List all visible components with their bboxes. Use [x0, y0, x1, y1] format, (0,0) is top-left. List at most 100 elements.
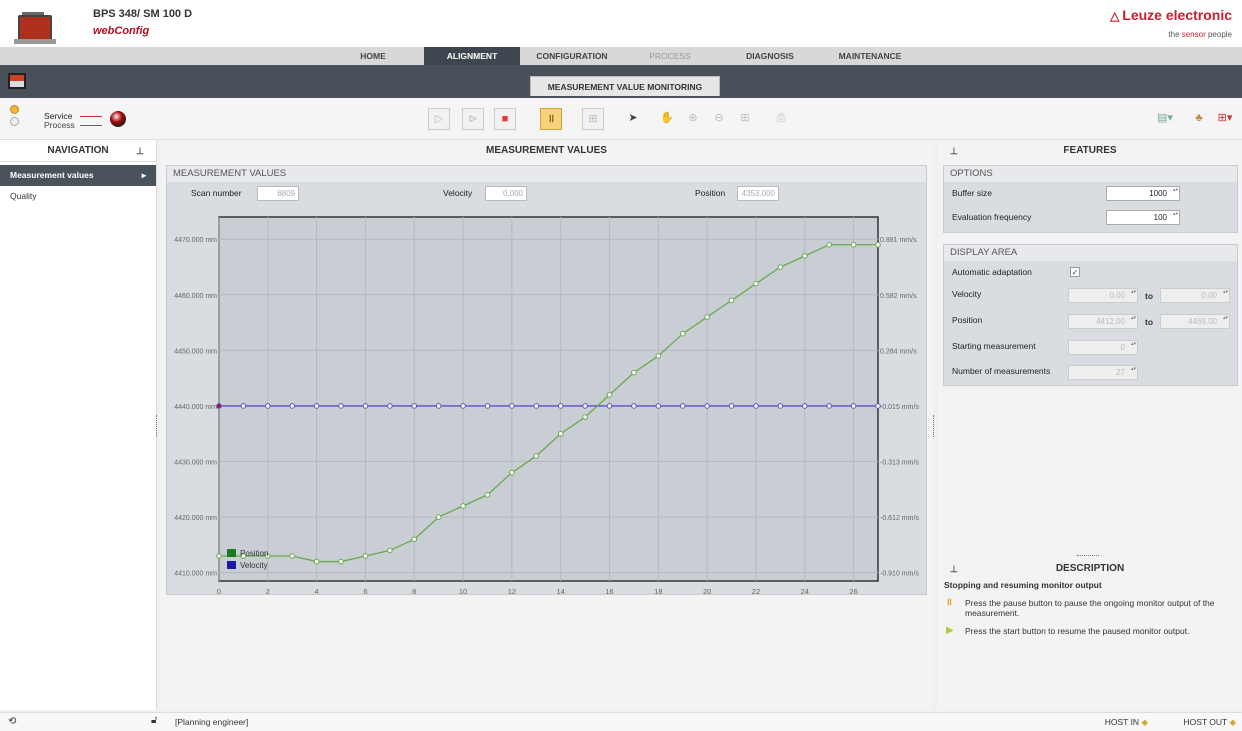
menu-home[interactable]: HOME	[326, 47, 420, 65]
display-position-label: Position	[952, 315, 983, 325]
users-icon[interactable]: ♣	[1188, 108, 1210, 130]
main-menu: HOME ALIGNMENT CONFIGURATION PROCESS DIA…	[0, 47, 1242, 65]
starting-measurement-spinner[interactable]: 0	[1068, 340, 1138, 355]
description-text-start: Press the start button to resume the pau…	[965, 626, 1190, 636]
position-from-spinner[interactable]: 4412,00	[1068, 314, 1138, 329]
velocity-to-spinner[interactable]: 0,00	[1160, 288, 1230, 303]
data-point-velocity	[509, 403, 515, 409]
right-splitter[interactable]	[933, 415, 935, 437]
features-header: ⊥ FEATURES	[938, 140, 1242, 162]
left-splitter[interactable]	[156, 415, 158, 437]
data-point-velocity	[753, 403, 759, 409]
export-icon[interactable]: ⊞	[582, 108, 604, 130]
toolbar	[0, 98, 1242, 140]
y-tick-label-right: -0.015 mm/s	[880, 404, 919, 411]
menu-diagnosis[interactable]: DIAGNOSIS	[720, 47, 820, 65]
step-icon[interactable]: ⊳	[462, 108, 484, 130]
refresh-icon[interactable]: ⟲	[8, 716, 16, 727]
value-fields: Scan number 8809 Velocity 0.000 Position…	[167, 182, 926, 206]
play-icon[interactable]: ▷	[428, 108, 450, 130]
description-text-pause: Press the pause button to pause the ongo…	[965, 598, 1215, 618]
zoom-fit-icon[interactable]: ⊞	[734, 108, 756, 130]
service-line	[80, 116, 102, 117]
y-tick-label-left: 4440.000 mm	[174, 404, 217, 411]
measurement-values-panel: MEASUREMENT VALUES Scan number 8809 Velo…	[166, 165, 927, 596]
data-point-position	[655, 353, 662, 359]
description-header: ⊥ DESCRIPTION	[938, 560, 1242, 578]
submenu-measurement-value-monitoring[interactable]: MEASUREMENT VALUE MONITORING	[530, 76, 720, 96]
nav-item-quality[interactable]: Quality	[0, 186, 156, 207]
data-point-velocity	[435, 403, 442, 409]
lock-icon[interactable]: 🔓︎	[151, 715, 157, 726]
data-point-position	[557, 430, 564, 437]
x-tick-label: 24	[801, 587, 809, 596]
y-tick-label-right: 0.881 mm/s	[880, 237, 917, 244]
scan-number-field: 8809	[257, 186, 299, 201]
data-point-position	[875, 241, 881, 248]
data-point-position	[582, 414, 588, 420]
velocity-field: 0.000	[485, 186, 527, 201]
legend-swatch-velocity	[227, 561, 236, 569]
pin-icon[interactable]: ⊥	[950, 140, 958, 162]
brand-triangle-icon: △	[1110, 9, 1120, 23]
nav-item-measurement-values[interactable]: Measurement values	[0, 165, 156, 186]
y-tick-label-left: 4470.000 mm	[174, 237, 217, 244]
mode-switch-knob[interactable]	[110, 111, 126, 127]
data-point-position	[387, 547, 393, 554]
navigation-panel: NAVIGATION ⊥ Measurement values Quality	[0, 140, 157, 710]
evaluation-frequency-spinner[interactable]: 100	[1106, 210, 1180, 225]
data-point-position	[533, 453, 540, 459]
print-icon[interactable]: ⎙	[770, 108, 792, 130]
y-tick-label-right: -0.313 mm/s	[880, 460, 919, 467]
data-point-position	[411, 536, 418, 543]
x-tick-label: 0	[217, 587, 221, 596]
display-velocity-label: Velocity	[952, 289, 982, 299]
hand-icon[interactable]: ✋	[656, 108, 678, 130]
measurement-chart[interactable]: 0 2 4 6 8 10 12 14 16 18 20 22 24 264410.000 mm -0.910…	[167, 206, 926, 596]
zoom-out-icon[interactable]: ⊖	[708, 108, 730, 130]
pointer-icon[interactable]: ➤	[622, 108, 644, 130]
menu-maintenance[interactable]: MAINTENANCE	[820, 47, 920, 65]
data-point-position	[460, 503, 466, 509]
process-line	[80, 125, 102, 126]
data-point-position	[216, 553, 222, 559]
evaluation-frequency-label: Evaluation frequency	[952, 212, 1032, 222]
stop-icon[interactable]: ■	[494, 108, 516, 130]
x-tick-label: 22	[752, 587, 760, 596]
menu-configuration[interactable]: CONFIGURATION	[523, 47, 621, 65]
number-of-measurements-label: Number of measurements	[952, 366, 1051, 376]
language-menu-icon[interactable]: ⊞▾	[1210, 108, 1240, 130]
description-item-start: ▶ Press the start button to resume the p…	[938, 626, 1242, 637]
y-tick-label-right: 0.284 mm/s	[880, 348, 917, 355]
position-to-spinner[interactable]: 4469,00	[1160, 314, 1230, 329]
menu-alignment[interactable]: ALIGNMENT	[424, 47, 520, 65]
data-point-velocity	[533, 403, 540, 409]
velocity-from-spinner[interactable]: 0,00	[1068, 288, 1138, 303]
data-point-velocity	[289, 403, 296, 409]
host-out-label: HOST OUT ◆	[1183, 717, 1236, 728]
buffer-size-label: Buffer size	[952, 188, 993, 198]
number-of-measurements-spinner[interactable]: 27	[1068, 365, 1138, 380]
data-point-velocity	[362, 403, 369, 409]
host-out-text: HOST OUT	[1183, 717, 1228, 727]
app-subtitle: webConfig	[93, 25, 150, 37]
center-panel: MEASUREMENT VALUES MEASUREMENT VALUES Sc…	[160, 140, 933, 710]
process-label: Process	[44, 120, 75, 130]
buffer-size-spinner[interactable]: 1000	[1106, 186, 1180, 201]
layout-menu-icon[interactable]: ▤▾	[1150, 108, 1180, 130]
y-tick-label-right: -0.910 mm/s	[880, 571, 919, 578]
data-point-position	[313, 558, 320, 565]
automatic-adaptation-checkbox[interactable]: ✓	[1070, 267, 1080, 277]
description-splitter[interactable]	[1077, 555, 1099, 557]
x-tick-label: 16	[605, 587, 613, 596]
description-panel: ⊥ DESCRIPTION Stopping and resuming moni…	[938, 560, 1242, 710]
pin-icon[interactable]: ⊥	[136, 140, 144, 162]
host-in-text: HOST IN	[1104, 717, 1140, 727]
velocity-label: Velocity	[443, 188, 473, 198]
velocity-start-marker	[217, 403, 221, 408]
features-title: FEATURES	[1063, 145, 1117, 156]
zoom-in-icon[interactable]: ⊕	[682, 108, 704, 130]
pin-icon[interactable]: ⊥	[950, 560, 958, 578]
x-tick-label: 14	[557, 587, 565, 596]
pause-icon[interactable]: ॥	[540, 108, 562, 130]
